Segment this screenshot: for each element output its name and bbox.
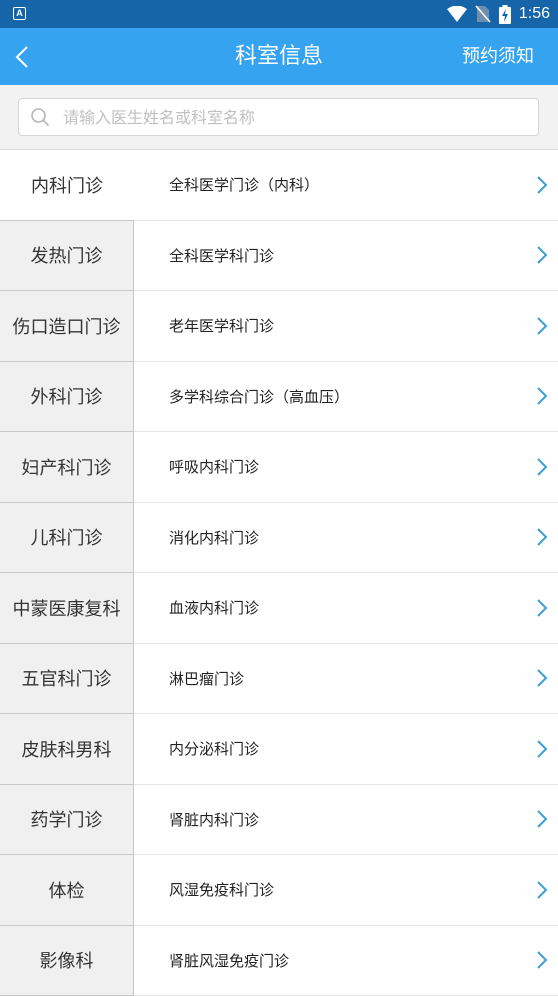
department-label: 全科医学科门诊	[169, 245, 274, 266]
department-row[interactable]: 全科医学科门诊	[134, 221, 558, 292]
chevron-right-icon	[536, 175, 548, 195]
app-indicator-icon: A	[13, 7, 26, 20]
department-row[interactable]: 消化内科门诊	[134, 503, 558, 574]
no-sim-icon	[475, 5, 491, 23]
department-label: 淋巴瘤门诊	[169, 668, 244, 689]
department-label: 血液内科门诊	[169, 597, 259, 618]
department-row[interactable]: 全科医学门诊（内科）	[134, 150, 558, 221]
category-item[interactable]: 妇产科门诊	[0, 432, 134, 503]
department-row[interactable]: 血液内科门诊	[134, 573, 558, 644]
chevron-right-icon	[536, 316, 548, 336]
search-bar	[0, 85, 558, 149]
category-item[interactable]: 中蒙医康复科	[0, 573, 134, 644]
department-row[interactable]: 呼吸内科门诊	[134, 432, 558, 503]
appointment-notice-button[interactable]: 预约须知	[462, 28, 534, 85]
wifi-icon	[447, 6, 467, 22]
chevron-right-icon	[536, 809, 548, 829]
department-label: 老年医学科门诊	[169, 315, 274, 336]
chevron-right-icon	[536, 527, 548, 547]
category-label: 儿科门诊	[31, 524, 103, 550]
category-item[interactable]: 外科门诊	[0, 362, 134, 433]
category-item[interactable]: 皮肤科男科	[0, 714, 134, 785]
department-label: 肾脏内科门诊	[169, 809, 259, 830]
category-label: 体检	[49, 877, 85, 903]
department-row[interactable]: 肾脏风湿免疫门诊	[134, 926, 558, 996]
category-item[interactable]: 体检	[0, 855, 134, 926]
department-label: 风湿免疫科门诊	[169, 879, 274, 900]
category-item[interactable]: 伤口造口门诊	[0, 291, 134, 362]
category-item[interactable]: 内科门诊	[0, 150, 134, 221]
department-row[interactable]: 淋巴瘤门诊	[134, 644, 558, 715]
back-button[interactable]	[6, 41, 38, 73]
category-label: 皮肤科男科	[22, 736, 112, 762]
department-row[interactable]: 肾脏内科门诊	[134, 785, 558, 856]
chevron-right-icon	[536, 739, 548, 759]
category-item[interactable]: 五官科门诊	[0, 644, 134, 715]
category-label: 五官科门诊	[22, 665, 112, 691]
department-row[interactable]: 内分泌科门诊	[134, 714, 558, 785]
chevron-right-icon	[536, 880, 548, 900]
department-row[interactable]: 风湿免疫科门诊	[134, 855, 558, 926]
chevron-right-icon	[536, 668, 548, 688]
status-bar: A 1:56	[0, 0, 558, 28]
department-list: 全科医学门诊（内科） 全科医学科门诊 老年医学科门诊 多学科综合门诊（高血压） …	[134, 150, 558, 992]
search-input[interactable]	[61, 99, 538, 135]
category-label: 内科门诊	[31, 172, 103, 198]
category-label: 发热门诊	[31, 242, 103, 268]
chevron-right-icon	[536, 386, 548, 406]
category-item[interactable]: 影像科	[0, 926, 134, 996]
search-icon	[30, 107, 50, 127]
category-label: 中蒙医康复科	[13, 595, 121, 621]
search-field[interactable]	[18, 98, 539, 136]
chevron-right-icon	[536, 245, 548, 265]
department-row[interactable]: 多学科综合门诊（高血压）	[134, 362, 558, 433]
department-label: 呼吸内科门诊	[169, 456, 259, 477]
category-item[interactable]: 发热门诊	[0, 221, 134, 292]
category-item[interactable]: 药学门诊	[0, 785, 134, 856]
category-item[interactable]: 儿科门诊	[0, 503, 134, 574]
department-label: 内分泌科门诊	[169, 738, 259, 759]
department-label: 多学科综合门诊（高血压）	[169, 386, 349, 407]
status-time: 1:56	[519, 5, 550, 23]
app-bar: 科室信息 预约须知	[0, 28, 558, 85]
chevron-right-icon	[536, 598, 548, 618]
battery-charging-icon	[499, 5, 511, 24]
category-label: 妇产科门诊	[22, 454, 112, 480]
department-label: 肾脏风湿免疫门诊	[169, 950, 289, 971]
category-label: 药学门诊	[31, 806, 103, 832]
department-row[interactable]: 老年医学科门诊	[134, 291, 558, 362]
category-label: 伤口造口门诊	[13, 313, 121, 339]
chevron-left-icon	[15, 45, 29, 69]
department-label: 全科医学门诊（内科）	[169, 174, 319, 195]
category-sidebar: 内科门诊 发热门诊 伤口造口门诊 外科门诊 妇产科门诊 儿科门诊 中蒙医康复科 …	[0, 150, 134, 992]
department-label: 消化内科门诊	[169, 527, 259, 548]
chevron-right-icon	[536, 457, 548, 477]
status-icons: 1:56	[447, 0, 550, 28]
category-label: 影像科	[40, 947, 94, 973]
category-label: 外科门诊	[31, 383, 103, 409]
chevron-right-icon	[536, 950, 548, 970]
